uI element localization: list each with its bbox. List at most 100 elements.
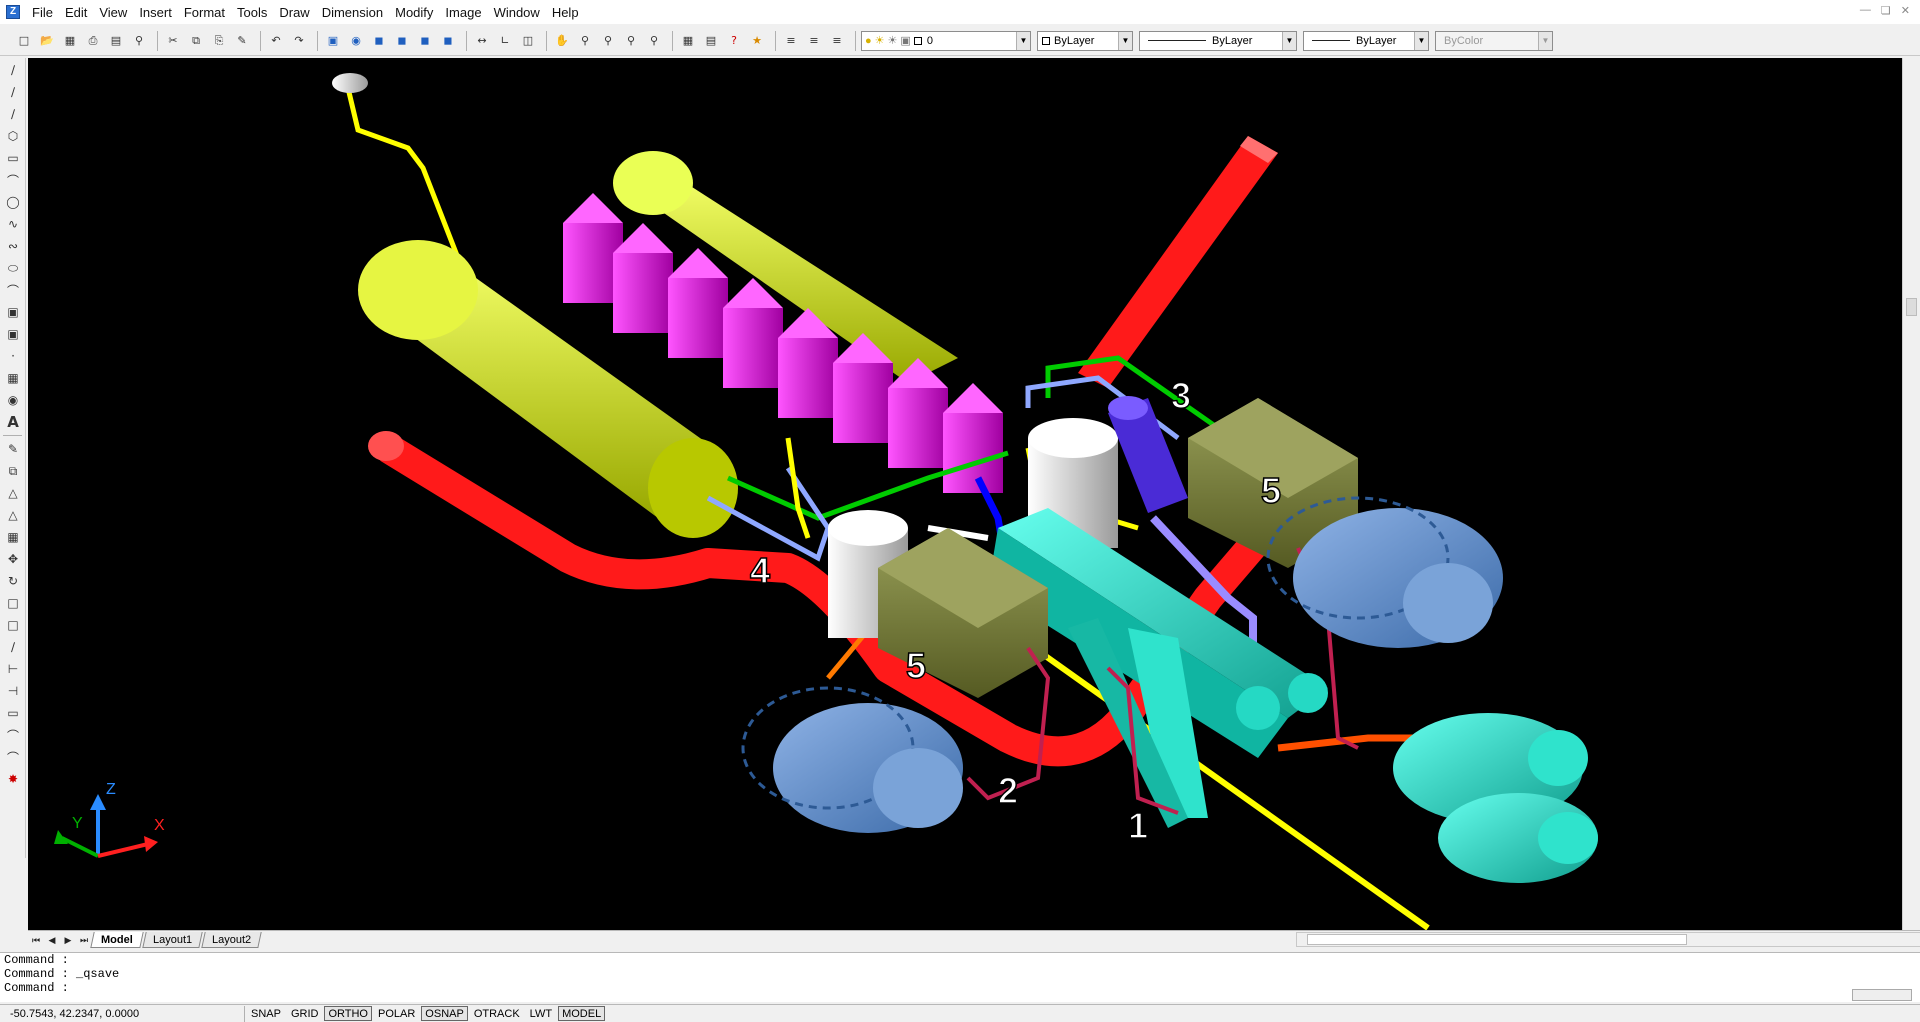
command-scrollbar[interactable] bbox=[1852, 989, 1912, 1001]
zoom-extents-icon[interactable]: ⚲ bbox=[644, 31, 664, 51]
tab-model[interactable]: Model bbox=[90, 931, 144, 948]
menu-edit[interactable]: Edit bbox=[59, 5, 93, 20]
materials-icon[interactable]: ◼ bbox=[438, 31, 458, 51]
revision-cloud-icon[interactable]: ∿ bbox=[2, 214, 24, 234]
move-icon[interactable]: ✥ bbox=[2, 549, 24, 569]
linetype-dropdown[interactable]: ByLayer ▼ bbox=[1139, 30, 1297, 51]
save-icon[interactable]: ▦ bbox=[60, 31, 80, 51]
distance-icon[interactable]: ↔ bbox=[472, 31, 492, 51]
offset-icon[interactable]: △ bbox=[2, 505, 24, 525]
named-views-icon[interactable]: ◫ bbox=[518, 31, 538, 51]
spline-icon[interactable]: ∾ bbox=[2, 236, 24, 256]
fillet-icon[interactable]: ⌒ bbox=[2, 747, 24, 767]
polyline-icon[interactable]: ∕ bbox=[2, 104, 24, 124]
open-folder-icon[interactable]: 📂 bbox=[37, 31, 57, 51]
horizontal-scrollbar[interactable] bbox=[1296, 932, 1920, 947]
lights-icon[interactable]: ◼ bbox=[415, 31, 435, 51]
paste-icon[interactable]: ⎘ bbox=[209, 31, 229, 51]
new-file-icon[interactable]: □ bbox=[14, 31, 34, 51]
construction-line-icon[interactable]: ∕ bbox=[2, 82, 24, 102]
redo-icon[interactable]: ↷ bbox=[289, 31, 309, 51]
erase-icon[interactable]: ✎ bbox=[2, 439, 24, 459]
web-icon[interactable]: ◉ bbox=[346, 31, 366, 51]
menu-help[interactable]: Help bbox=[546, 5, 585, 20]
last-tab-icon[interactable]: ⏭ bbox=[76, 933, 92, 947]
menu-modify[interactable]: Modify bbox=[389, 5, 439, 20]
multiline-text-icon[interactable]: A bbox=[2, 412, 24, 432]
close-icon[interactable]: ✕ bbox=[1901, 4, 1910, 17]
pan-icon[interactable]: ✋ bbox=[552, 31, 572, 51]
circle-icon[interactable]: ◯ bbox=[2, 192, 24, 212]
model-viewport[interactable]: 1 2 3 4 5 5 Z Y X bbox=[28, 58, 1902, 930]
ortho-toggle[interactable]: ORTHO bbox=[324, 1006, 372, 1021]
trim-icon[interactable]: ∕ bbox=[2, 637, 24, 657]
first-tab-icon[interactable]: ⏮ bbox=[28, 933, 44, 947]
polygon-icon[interactable]: ⬡ bbox=[2, 126, 24, 146]
chamfer-icon[interactable]: ⌒ bbox=[2, 725, 24, 745]
copy-icon[interactable]: ⧉ bbox=[186, 31, 206, 51]
array-icon[interactable]: ▦ bbox=[2, 527, 24, 547]
grid-toggle[interactable]: GRID bbox=[287, 1006, 323, 1021]
menu-insert[interactable]: Insert bbox=[133, 5, 178, 20]
command-window[interactable]: Command : Command : _qsave Command : bbox=[0, 952, 1920, 1002]
line-icon[interactable]: ∕ bbox=[2, 60, 24, 80]
stretch-icon[interactable]: □ bbox=[2, 615, 24, 635]
restore-icon[interactable]: ❏ bbox=[1881, 4, 1891, 17]
hatch-icon[interactable]: ▦ bbox=[2, 368, 24, 388]
ellipse-arc-icon[interactable]: ⌒ bbox=[2, 280, 24, 300]
zoom-realtime-icon[interactable]: ⚲ bbox=[575, 31, 595, 51]
menu-dimension[interactable]: Dimension bbox=[316, 5, 389, 20]
arc-icon[interactable]: ⌒ bbox=[2, 170, 24, 190]
special-icon[interactable]: ★ bbox=[747, 31, 767, 51]
menu-format[interactable]: Format bbox=[178, 5, 231, 20]
join-icon[interactable]: ▭ bbox=[2, 703, 24, 723]
menu-image[interactable]: Image bbox=[439, 5, 487, 20]
menu-window[interactable]: Window bbox=[488, 5, 546, 20]
rotate-icon[interactable]: ↻ bbox=[2, 571, 24, 591]
print-icon[interactable]: ⎙ bbox=[83, 31, 103, 51]
mirror-icon[interactable]: △ bbox=[2, 483, 24, 503]
menu-tools[interactable]: Tools bbox=[231, 5, 273, 20]
menu-file[interactable]: File bbox=[26, 5, 59, 20]
menu-draw[interactable]: Draw bbox=[273, 5, 315, 20]
lwt-toggle[interactable]: LWT bbox=[526, 1006, 556, 1021]
insert-block-icon[interactable]: ▣ bbox=[2, 302, 24, 322]
rectangle-icon[interactable]: ▭ bbox=[2, 148, 24, 168]
properties-icon[interactable]: ▦ bbox=[678, 31, 698, 51]
tool-palette-icon[interactable]: ▤ bbox=[701, 31, 721, 51]
otrack-toggle[interactable]: OTRACK bbox=[470, 1006, 524, 1021]
help-icon[interactable]: ? bbox=[724, 31, 744, 51]
ellipse-icon[interactable]: ⬭ bbox=[2, 258, 24, 278]
layer-dropdown[interactable]: ● ☀ ☀ ▣ 0 ▼ bbox=[861, 30, 1031, 51]
lineweight-dropdown[interactable]: ByLayer ▼ bbox=[1303, 30, 1429, 51]
cut-icon[interactable]: ✂ bbox=[163, 31, 183, 51]
region-icon[interactable]: ◉ bbox=[2, 390, 24, 410]
polar-toggle[interactable]: POLAR bbox=[374, 1006, 419, 1021]
break-icon[interactable]: ⊣ bbox=[2, 681, 24, 701]
ucs-icon[interactable]: ∟ bbox=[495, 31, 515, 51]
shade-icon[interactable]: ◼ bbox=[392, 31, 412, 51]
command-prompt[interactable]: Command : bbox=[4, 981, 1920, 995]
print-preview-icon[interactable]: ▤ bbox=[106, 31, 126, 51]
minimize-icon[interactable]: — bbox=[1860, 4, 1871, 17]
layer-manager-icon[interactable]: ≡ bbox=[781, 31, 801, 51]
layer-state-icon[interactable]: ≡ bbox=[827, 31, 847, 51]
prev-tab-icon[interactable]: ◀ bbox=[44, 933, 60, 947]
snap-toggle[interactable]: SNAP bbox=[247, 1006, 285, 1021]
vertical-scrollbar[interactable] bbox=[1902, 58, 1920, 930]
menu-view[interactable]: View bbox=[93, 5, 133, 20]
zoom-window-icon[interactable]: ⚲ bbox=[598, 31, 618, 51]
explode-icon[interactable]: ✸ bbox=[2, 769, 24, 789]
layer-previous-icon[interactable]: ≡ bbox=[804, 31, 824, 51]
find-icon[interactable]: ⚲ bbox=[129, 31, 149, 51]
zoom-previous-icon[interactable]: ⚲ bbox=[621, 31, 641, 51]
osnap-toggle[interactable]: OSNAP bbox=[421, 1006, 468, 1021]
design-center-icon[interactable]: ▣ bbox=[323, 31, 343, 51]
next-tab-icon[interactable]: ▶ bbox=[60, 933, 76, 947]
copy-object-icon[interactable]: ⧉ bbox=[2, 461, 24, 481]
point-icon[interactable]: · bbox=[2, 346, 24, 366]
extend-icon[interactable]: ⊢ bbox=[2, 659, 24, 679]
horizontal-scroll-thumb[interactable] bbox=[1307, 934, 1687, 945]
match-properties-icon[interactable]: ✎ bbox=[232, 31, 252, 51]
tab-layout1[interactable]: Layout1 bbox=[142, 931, 203, 948]
